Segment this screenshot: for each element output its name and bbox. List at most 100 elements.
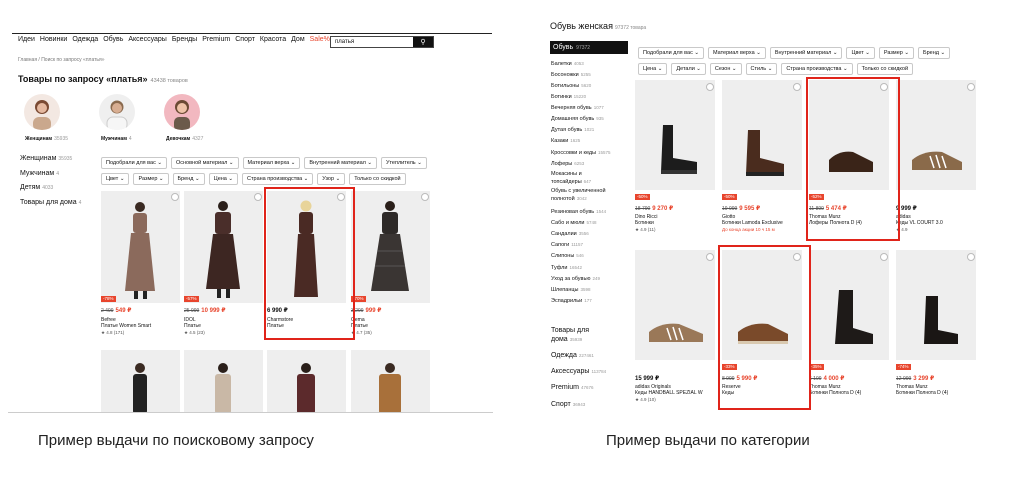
sidebar-item-category[interactable]: Уход за обувью 249 [551, 275, 600, 283]
sidebar-section[interactable]: Одежда 227461 [551, 351, 594, 360]
filter-size[interactable]: Размер ⌄ [878, 47, 914, 59]
filter-discount-only[interactable]: Только со скидкой [349, 173, 406, 185]
sidebar-item-category[interactable]: Балетки 4053 [551, 60, 584, 68]
sidebar-item-category[interactable]: Шлепанцы 3598 [551, 286, 591, 294]
filter-insulation[interactable]: Утеплитель ⌄ [380, 157, 427, 169]
favorite-heart-icon[interactable] [793, 83, 801, 91]
filter-discount-only[interactable]: Только со скидкой [856, 63, 914, 75]
favorite-heart-icon[interactable] [421, 193, 429, 201]
sidebar-item-category[interactable]: Сапоги 11157 [551, 241, 583, 249]
favorite-heart-icon[interactable] [254, 193, 262, 201]
discount-badge: -50% [722, 194, 737, 200]
sidebar-section[interactable]: Аксессуары 113784 [551, 367, 606, 376]
nav-premium[interactable]: Premium [202, 36, 230, 43]
panel-bottom-edge [8, 412, 493, 413]
sidebar-item-category[interactable]: Дутая обувь 1021 [551, 126, 594, 134]
filter-main-material[interactable]: Основной материал ⌄ [170, 157, 239, 169]
nav-shoes[interactable]: Обувь [103, 36, 123, 43]
sidebar-active-category[interactable]: Обувь 97372 [550, 41, 628, 54]
product-rating: ★ 4.9 (10) [635, 397, 656, 402]
filter-country[interactable]: Страна производства ⌄ [242, 173, 314, 185]
girls-avatar[interactable] [164, 94, 200, 130]
sidebar-item-kids[interactable]: Детям 4033 [20, 184, 53, 191]
filter-brand[interactable]: Бренд ⌄ [917, 47, 951, 59]
filter-details[interactable]: Детали ⌄ [671, 63, 706, 75]
filter-price[interactable]: Цена ⌄ [638, 63, 668, 75]
favorite-heart-icon[interactable] [171, 193, 179, 201]
discount-badge: -78% [101, 296, 116, 302]
sidebar-item-home[interactable]: Товары для дома 4 [20, 199, 81, 206]
filter-brand[interactable]: Бренд ⌄ [172, 173, 205, 185]
favorite-heart-icon[interactable] [706, 83, 714, 91]
nav-brands[interactable]: Бренды [172, 36, 197, 43]
product-name: Кеды HANDBALL SPEZIAL W [635, 390, 703, 396]
sidebar-section[interactable]: Спорт 36943 [551, 400, 585, 409]
nav-accessories[interactable]: Аксессуары [128, 36, 166, 43]
nav-ideas[interactable]: Идеи [18, 36, 35, 43]
sidebar-section[interactable]: Premium 47676 [551, 383, 594, 392]
product-price: 3 299 999 ₽ [351, 308, 382, 314]
sidebar-item-category[interactable]: Сандалии 3556 [551, 230, 589, 238]
sidebar-item-category[interactable]: Резиновая обувь 1544 [551, 208, 606, 216]
breadcrumb[interactable]: Главная / Поиск по запросу «платья» [18, 57, 105, 63]
sidebar-item-category[interactable]: Кроссовки и кеды 15575 [551, 149, 611, 157]
nav-home[interactable]: Дом [291, 36, 305, 43]
sidebar-item-category[interactable]: Ботинки 15220 [551, 93, 586, 101]
search-button[interactable]: ⚲ [413, 37, 433, 47]
nav-new[interactable]: Новинки [40, 36, 67, 43]
favorite-heart-icon[interactable] [967, 83, 975, 91]
sidebar-item-category[interactable]: Мокасины и топсайдеры 647 [551, 171, 615, 186]
filter-inner-material[interactable]: Внутренний материал ⌄ [304, 157, 377, 169]
filter-color[interactable]: Цвет ⌄ [101, 173, 130, 185]
sidebar-item-category[interactable]: Обувь с увеличенной полнотой 3042 [551, 188, 615, 203]
search-field[interactable]: платья ⚲ [330, 36, 434, 48]
nav-clothing[interactable]: Одежда [72, 36, 98, 43]
page-title-text: Товары по запросу «платья» [18, 74, 148, 84]
favorite-heart-icon[interactable] [880, 253, 888, 261]
sidebar-section[interactable]: Товары для дома 35939 [551, 326, 613, 344]
sidebar-item-category[interactable]: Эспадрильи 177 [551, 297, 592, 305]
search-input[interactable]: платья [331, 39, 413, 45]
product-price: 15 999 ₽ [635, 376, 660, 382]
sidebar-item-women[interactable]: Женщинам 35935 [20, 155, 72, 162]
filter-country[interactable]: Страна производства ⌄ [781, 63, 853, 75]
filter-season[interactable]: Сезон ⌄ [709, 63, 742, 75]
category-results-screenshot: Обувь женская 97372 товара Обувь 97372 Бал… [535, 0, 1024, 418]
filter-upper-material[interactable]: Материал верха ⌄ [242, 157, 301, 169]
favorite-heart-icon[interactable] [706, 253, 714, 261]
nav-sport[interactable]: Спорт [235, 36, 255, 43]
discount-badge: -74% [896, 364, 911, 370]
sidebar-item-category[interactable]: Босоножки 5255 [551, 71, 591, 79]
sidebar-item-category[interactable]: Лоферы 6253 [551, 160, 584, 168]
filter-recommended[interactable]: Подобрали для вас ⌄ [638, 47, 704, 59]
filter-color[interactable]: Цвет ⌄ [846, 47, 875, 59]
sidebar-item-category[interactable]: Казаки 1625 [551, 137, 580, 145]
nav-beauty[interactable]: Красота [260, 36, 286, 43]
nav-sale[interactable]: Sale% [310, 36, 330, 43]
avatar-label-men: Мужчинам 4 [101, 136, 132, 142]
sidebar-item-men[interactable]: Мужчинам 4 [20, 170, 59, 177]
favorite-heart-icon[interactable] [967, 253, 975, 261]
sidebar-item-category[interactable]: Ботильоны 5620 [551, 82, 591, 90]
product-name: Ботинки Полнота D (4) [896, 390, 949, 396]
sidebar-item-category[interactable]: Туфли 16542 [551, 264, 582, 272]
filter-recommended[interactable]: Подобрали для вас ⌄ [101, 157, 167, 169]
girl-portrait-icon [174, 100, 190, 130]
product-image [809, 250, 889, 360]
filter-pattern[interactable]: Узор ⌄ [317, 173, 346, 185]
women-avatar[interactable] [24, 94, 60, 130]
sidebar-item-category[interactable]: Сабо и мюли 5748 [551, 219, 597, 227]
avatar-label-women: Женщинам 35935 [25, 136, 69, 142]
sidebar-item-category[interactable]: Домашняя обувь 935 [551, 115, 604, 123]
filter-row-2: Цена ⌄ Детали ⌄ Сезон ⌄ Стиль ⌄ Страна п… [638, 63, 914, 75]
filter-upper-material[interactable]: Материал верха ⌄ [707, 47, 766, 59]
filter-size[interactable]: Размер ⌄ [133, 173, 169, 185]
sidebar-item-category[interactable]: Вечерняя обувь 1077 [551, 104, 604, 112]
product-image [101, 191, 180, 303]
filter-style[interactable]: Стиль ⌄ [745, 63, 778, 75]
product-name: Ботинки [635, 220, 654, 226]
filter-inner-material[interactable]: Внутренний материал ⌄ [769, 47, 843, 59]
filter-price[interactable]: Цена ⌄ [208, 173, 239, 185]
sidebar-item-category[interactable]: Слипоны 546 [551, 252, 584, 260]
men-avatar[interactable] [99, 94, 135, 130]
